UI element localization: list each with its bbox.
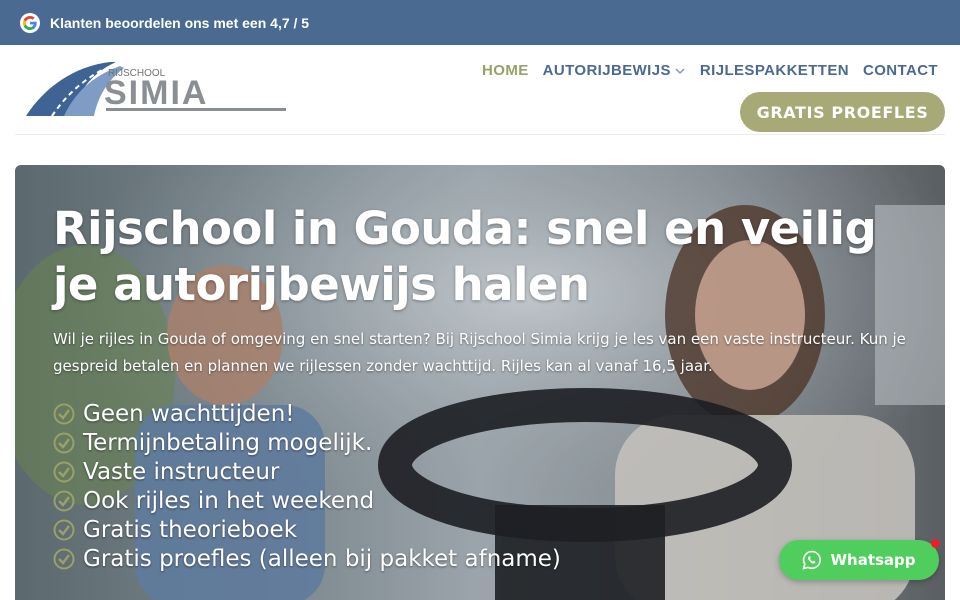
usp-item: Gratis theorieboek: [53, 515, 561, 544]
check-circle-icon: [53, 490, 75, 511]
top-rating-bar: Klanten beoordelen ons met een 4,7 / 5: [0, 0, 960, 45]
whatsapp-button[interactable]: Whatsapp: [779, 539, 940, 580]
usp-text: Gratis proefles (alleen bij pakket afnam…: [83, 545, 561, 572]
nav-label-home: HOME: [482, 62, 529, 79]
check-circle-icon: [53, 548, 75, 569]
chevron-down-icon: [674, 65, 686, 77]
nav-item-contact[interactable]: CONTACT: [863, 62, 938, 79]
check-circle-icon: [53, 403, 75, 424]
nav-item-home[interactable]: HOME: [482, 62, 529, 79]
hero-section: Rijschool in Gouda: snel en veilig je au…: [15, 165, 945, 600]
usp-item: Ook rijles in het weekend: [53, 486, 561, 515]
usp-text: Vaste instructeur: [83, 458, 280, 485]
whatsapp-icon: [802, 550, 822, 570]
usp-item: Gratis proefles (alleen bij pakket afnam…: [53, 544, 561, 573]
nav-label-autorijbewijs: AUTORIJBEWIJS: [542, 62, 671, 79]
usp-text: Ook rijles in het weekend: [83, 487, 375, 514]
nav-label-rijlespakketten: RIJLESPAKKETTEN: [699, 62, 849, 79]
logo-brand-text: SIMIA: [104, 74, 208, 112]
check-circle-icon: [53, 461, 75, 482]
usp-text: Geen wachttijden!: [83, 400, 295, 427]
notification-dot: [931, 539, 940, 548]
nav-item-rijlespakketten[interactable]: RIJLESPAKKETTEN: [700, 62, 849, 79]
nav-label-contact: CONTACT: [862, 62, 938, 79]
hero-intro: Wil je rijles in Gouda of omgeving en sn…: [53, 330, 906, 375]
gratis-proefles-button[interactable]: GRATIS PROEFLES: [740, 92, 945, 132]
rating-text: Klanten beoordelen ons met een 4,7 / 5: [50, 14, 310, 31]
usp-text: Gratis theorieboek: [83, 516, 298, 543]
site-logo[interactable]: RIJSCHOOL SIMIA: [24, 58, 290, 120]
header-divider: [15, 134, 945, 135]
usp-item: Vaste instructeur: [53, 457, 561, 486]
usp-item: Geen wachttijden!: [53, 399, 561, 428]
usp-text: Termijnbetaling mogelijk.: [83, 429, 373, 456]
hero-title: Rijschool in Gouda: snel en veilig je au…: [53, 202, 877, 311]
check-circle-icon: [53, 432, 75, 453]
google-icon: [20, 12, 40, 33]
nav-item-autorijbewijs[interactable]: AUTORIJBEWIJS: [543, 62, 686, 79]
main-nav: HOME AUTORIJBEWIJS RIJLESPAKKETTEN CONTA…: [482, 62, 938, 79]
check-circle-icon: [53, 519, 75, 540]
usp-list: Geen wachttijden! Termijnbetaling mogeli…: [53, 399, 561, 573]
whatsapp-label: Whatsapp: [830, 551, 916, 569]
usp-item: Termijnbetaling mogelijk.: [53, 428, 561, 457]
